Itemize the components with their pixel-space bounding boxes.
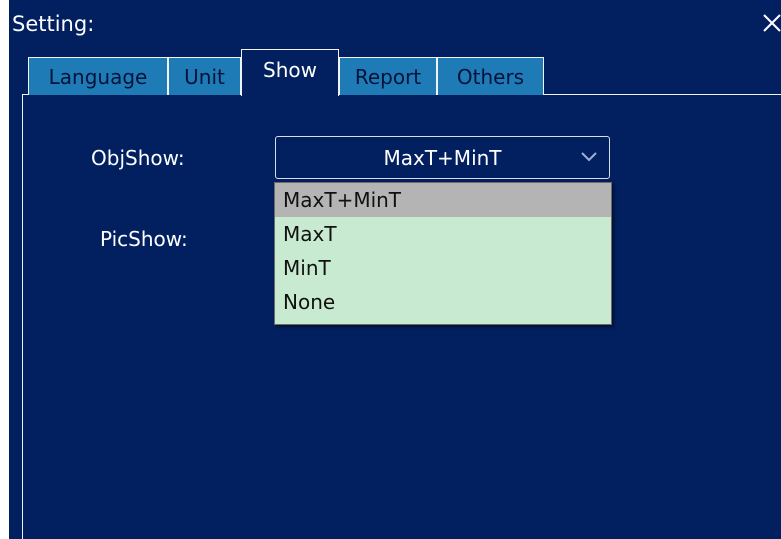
settings-dialog: Setting: Language Unit Show Report Other…	[9, 0, 781, 539]
dropdown-option-mint[interactable]: MinT	[275, 251, 611, 285]
tab-report[interactable]: Report	[339, 57, 437, 95]
objshow-label: ObjShow:	[91, 146, 185, 170]
chevron-down-icon	[581, 152, 597, 162]
objshow-dropdown-list: MaxT+MinT MaxT MinT None	[274, 182, 612, 325]
objshow-selected-value: MaxT+MinT	[383, 145, 502, 170]
tab-show[interactable]: Show	[241, 49, 339, 96]
tab-others[interactable]: Others	[437, 57, 544, 95]
dropdown-option-none[interactable]: None	[275, 285, 611, 319]
objshow-select[interactable]: MaxT+MinT	[275, 136, 610, 179]
dialog-title: Setting:	[12, 12, 95, 36]
tab-unit[interactable]: Unit	[168, 57, 241, 95]
dropdown-option-maxt[interactable]: MaxT	[275, 217, 611, 251]
close-icon[interactable]	[761, 12, 781, 34]
tab-language[interactable]: Language	[28, 57, 168, 95]
picshow-label: PicShow:	[100, 227, 188, 251]
dropdown-option-maxt-mint[interactable]: MaxT+MinT	[275, 183, 611, 217]
